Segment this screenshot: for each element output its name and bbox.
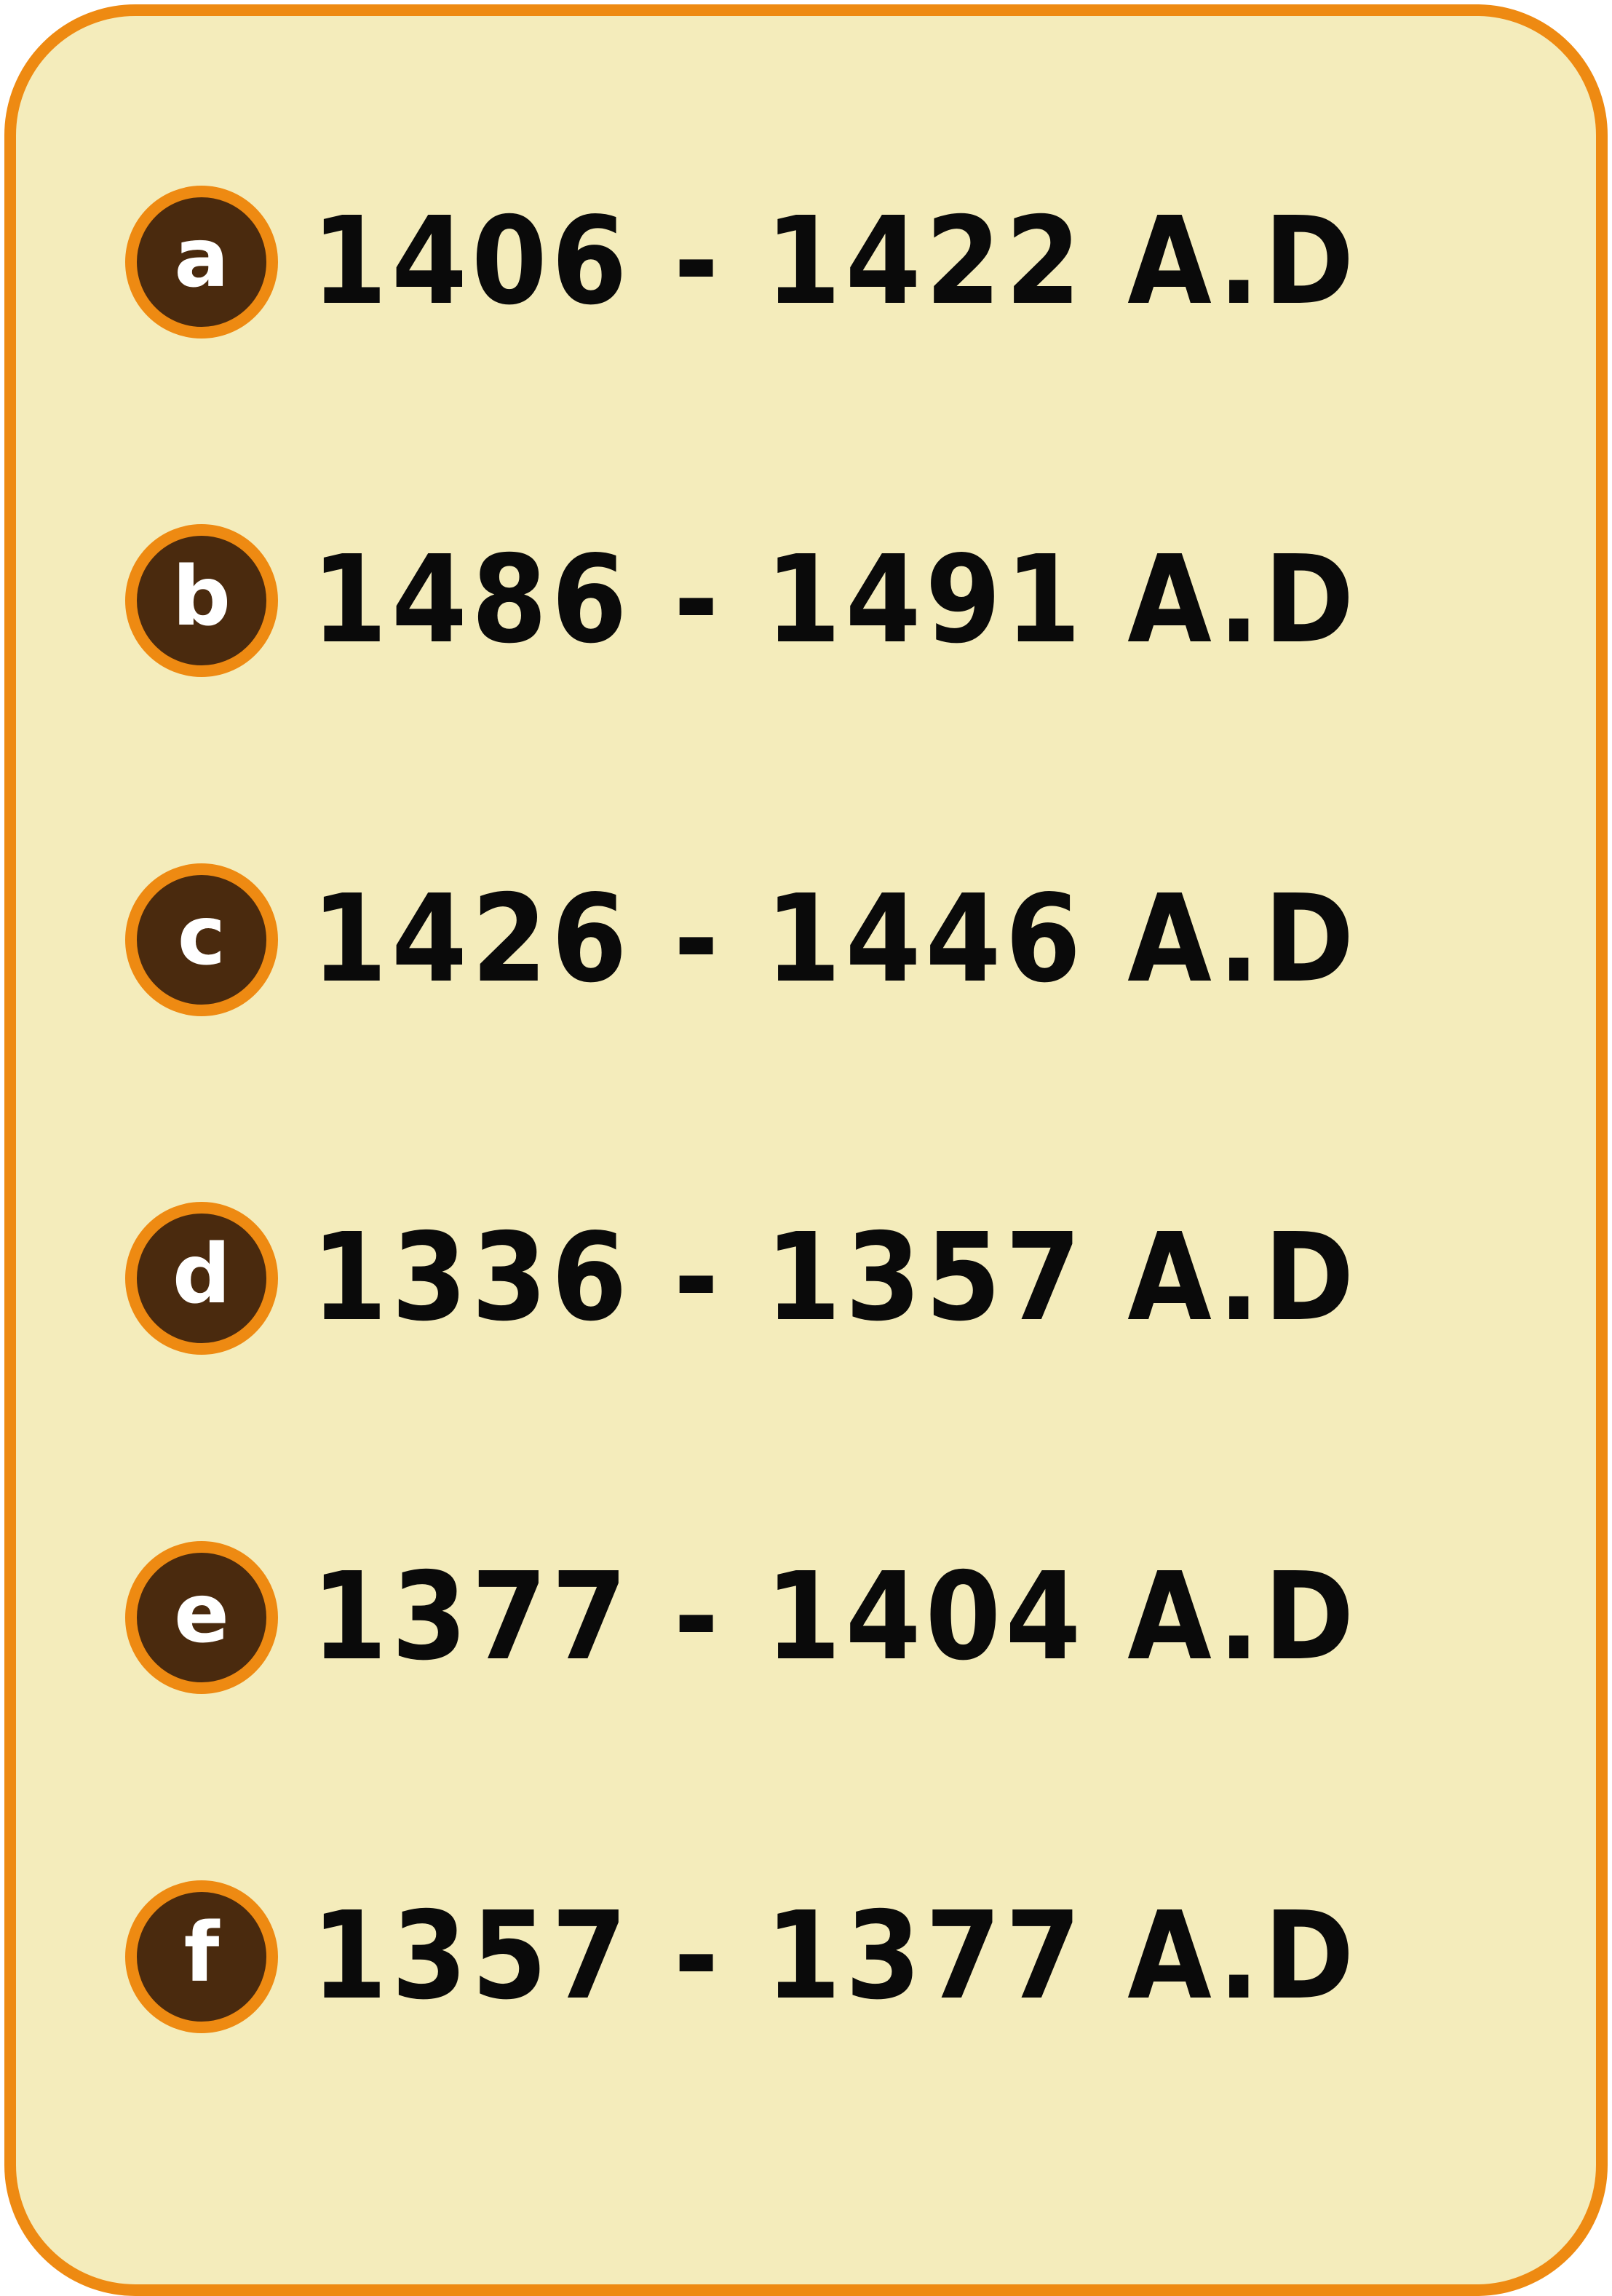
option-letter: a bbox=[174, 211, 229, 306]
option-b[interactable]: b 1486 - 1491 A.D bbox=[125, 520, 1359, 681]
option-letter: f bbox=[183, 1906, 220, 2000]
option-e[interactable]: e 1377 - 1404 A.D bbox=[125, 1537, 1359, 1698]
option-date-range: 1406 - 1422 A.D bbox=[311, 191, 1359, 332]
option-date-range: 1426 - 1446 A.D bbox=[311, 869, 1359, 1010]
options-card: a 1406 - 1422 A.D b 1486 - 1491 A.D c 14… bbox=[4, 4, 1608, 2296]
option-badge-f: f bbox=[125, 1880, 278, 2033]
option-letter: d bbox=[172, 1227, 231, 1322]
option-letter: b bbox=[172, 550, 231, 644]
option-badge-a: a bbox=[125, 186, 278, 339]
option-date-range: 1377 - 1404 A.D bbox=[311, 1547, 1359, 1687]
option-date-range: 1336 - 1357 A.D bbox=[311, 1208, 1359, 1348]
option-f[interactable]: f 1357 - 1377 A.D bbox=[125, 1877, 1359, 2037]
option-date-range: 1486 - 1491 A.D bbox=[311, 530, 1359, 670]
option-c[interactable]: c 1426 - 1446 A.D bbox=[125, 860, 1359, 1020]
option-a[interactable]: a 1406 - 1422 A.D bbox=[125, 182, 1359, 342]
option-badge-e: e bbox=[125, 1541, 278, 1694]
option-date-range: 1357 - 1377 A.D bbox=[311, 1886, 1359, 2027]
option-badge-c: c bbox=[125, 863, 278, 1016]
option-letter: e bbox=[174, 1567, 229, 1661]
option-badge-b: b bbox=[125, 524, 278, 677]
option-d[interactable]: d 1336 - 1357 A.D bbox=[125, 1198, 1359, 1358]
option-badge-d: d bbox=[125, 1202, 278, 1355]
option-letter: c bbox=[177, 889, 226, 983]
